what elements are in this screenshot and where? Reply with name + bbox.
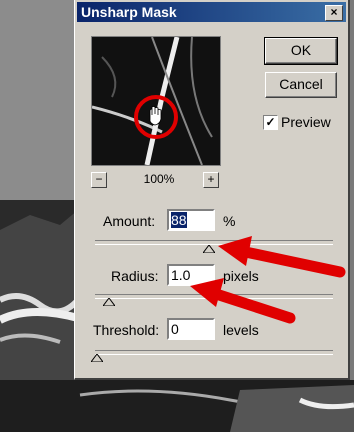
preview-thumbnail[interactable] bbox=[91, 36, 221, 166]
amount-label: Amount: bbox=[103, 213, 156, 229]
preview-label: Preview bbox=[281, 114, 331, 130]
threshold-input[interactable]: 0 bbox=[167, 318, 215, 340]
unsharp-mask-dialog: Unsharp Mask × − 100% + OK Cancel ✓ Prev… bbox=[74, 0, 350, 380]
radius-unit: pixels bbox=[223, 268, 259, 284]
zoom-level: 100% bbox=[143, 172, 175, 186]
radius-value: 1.0 bbox=[171, 267, 191, 283]
zoom-controls: − 100% + bbox=[91, 172, 221, 190]
threshold-slider-track[interactable] bbox=[95, 350, 333, 355]
radius-slider-thumb[interactable] bbox=[103, 298, 115, 306]
cancel-button[interactable]: Cancel bbox=[265, 72, 337, 98]
amount-slider-thumb[interactable] bbox=[203, 245, 215, 253]
threshold-value: 0 bbox=[171, 321, 179, 337]
radius-label: Radius: bbox=[111, 268, 159, 284]
close-button[interactable]: × bbox=[325, 5, 343, 21]
preview-image bbox=[92, 37, 220, 165]
dialog-title: Unsharp Mask bbox=[81, 4, 177, 20]
preview-checkbox[interactable]: ✓ bbox=[263, 115, 278, 130]
threshold-unit: levels bbox=[223, 322, 259, 338]
hand-icon bbox=[149, 106, 162, 126]
amount-value: 88 bbox=[171, 212, 187, 228]
radius-slider-track[interactable] bbox=[95, 294, 333, 299]
radius-input[interactable]: 1.0 bbox=[167, 264, 215, 286]
amount-unit: % bbox=[223, 213, 236, 229]
ok-button[interactable]: OK bbox=[264, 37, 338, 65]
threshold-slider-thumb[interactable] bbox=[91, 354, 103, 362]
zoom-in-button[interactable]: + bbox=[203, 172, 219, 188]
amount-input[interactable]: 88 bbox=[167, 209, 215, 231]
threshold-label: Threshold: bbox=[93, 322, 160, 338]
dialog-titlebar[interactable]: Unsharp Mask × bbox=[77, 2, 346, 22]
zoom-out-button[interactable]: − bbox=[91, 172, 107, 188]
